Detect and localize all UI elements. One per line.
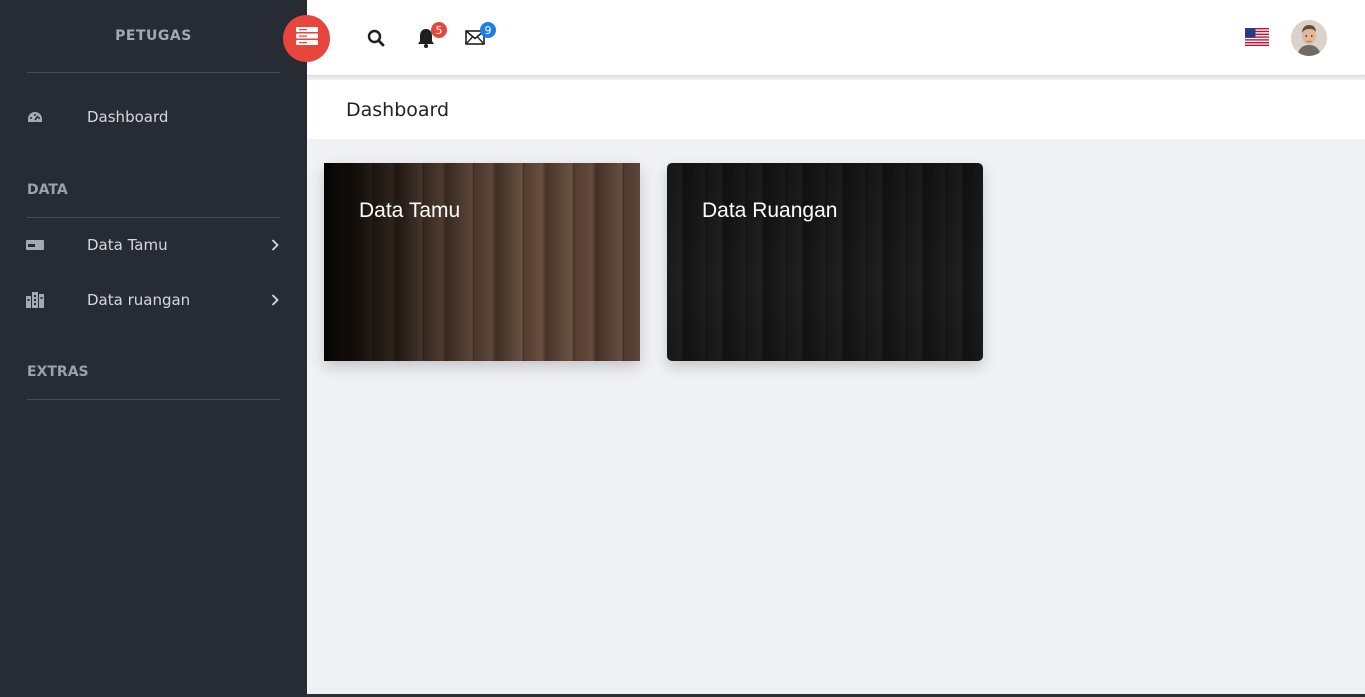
search-button[interactable]	[364, 28, 388, 52]
sidebar: PETUGAS Dashboard DATA Data Tamu Data ru…	[0, 0, 307, 697]
server-menu-icon	[295, 27, 318, 50]
building-icon	[26, 291, 44, 309]
sidebar-item-data-tamu[interactable]: Data Tamu	[0, 225, 307, 265]
sidebar-item-label: Dashboard	[87, 108, 169, 126]
card-title: Data Ruangan	[702, 199, 838, 222]
chevron-right-icon	[270, 238, 280, 252]
topbar: 5 9	[307, 0, 1365, 76]
data-ruangan-card[interactable]: Data Ruangan	[667, 163, 983, 361]
sidebar-item-label: Data Tamu	[87, 236, 168, 254]
notifications-button[interactable]: 5	[414, 22, 447, 52]
page-title: Dashboard	[346, 99, 450, 121]
user-avatar[interactable]	[1291, 20, 1327, 56]
sidebar-item-dashboard[interactable]: Dashboard	[0, 97, 307, 137]
dashboard-gauge-icon	[26, 108, 44, 126]
id-card-icon	[26, 236, 44, 254]
menu-toggle-button[interactable]	[283, 15, 330, 62]
sidebar-item-label: Data ruangan	[87, 291, 191, 309]
section-heading-extras: EXTRAS	[27, 362, 280, 400]
sidebar-item-data-ruangan[interactable]: Data ruangan	[0, 280, 307, 320]
section-heading-data: DATA	[27, 180, 280, 218]
us-flag-icon[interactable]	[1245, 28, 1269, 46]
chevron-right-icon	[270, 293, 280, 307]
sidebar-brand: PETUGAS	[27, 0, 280, 73]
page-header: Dashboard	[307, 80, 1365, 139]
message-count-badge: 9	[480, 22, 496, 38]
data-tamu-card[interactable]: Data Tamu	[324, 163, 640, 361]
messages-button[interactable]: 9	[463, 22, 496, 52]
search-icon	[367, 29, 385, 52]
notification-count-badge: 5	[431, 22, 447, 38]
card-title: Data Tamu	[359, 199, 461, 222]
